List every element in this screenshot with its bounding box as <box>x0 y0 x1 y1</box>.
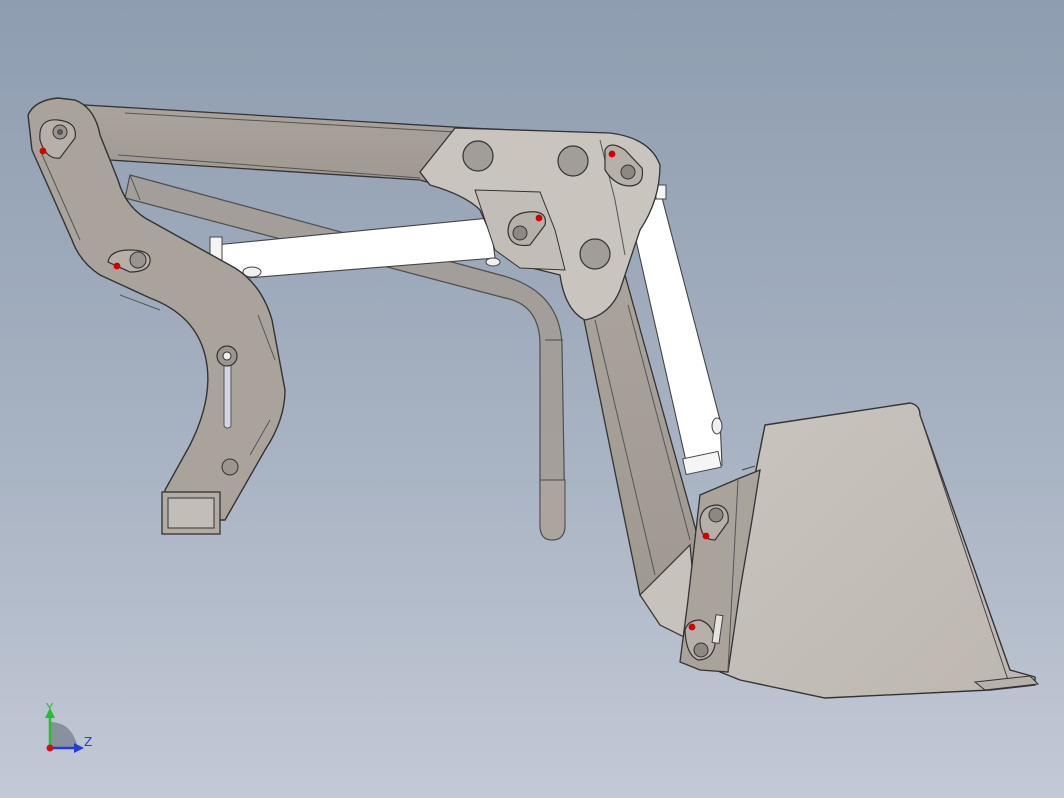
bracket-hole-lower <box>221 458 239 476</box>
pin-marker <box>608 150 616 158</box>
x-axis-dot <box>46 744 54 752</box>
junction-hole-2 <box>557 145 589 177</box>
cad-model-view[interactable]: Y Z <box>0 0 1064 798</box>
bucket-body <box>719 402 1036 699</box>
tilt-cylinder-port <box>711 417 723 435</box>
pin-marker <box>39 147 47 155</box>
triad-background-arc <box>50 722 78 748</box>
pin-marker <box>113 262 121 270</box>
pin-marker <box>688 623 696 631</box>
z-axis-arrow <box>74 743 84 753</box>
pin-marker <box>702 532 710 540</box>
lift-cylinder-port-2 <box>485 257 501 267</box>
rear-cross-tube-end <box>539 479 566 541</box>
junction-hole-3 <box>579 238 611 270</box>
bracket-slot <box>223 359 232 429</box>
y-axis-label: Y <box>45 701 54 715</box>
cad-viewport[interactable]: Y Z <box>0 0 1064 798</box>
pin-marker <box>535 214 543 222</box>
z-axis-label: Z <box>84 735 92 749</box>
axis-triad: Y Z <box>45 701 92 753</box>
junction-hole-1 <box>462 140 494 172</box>
